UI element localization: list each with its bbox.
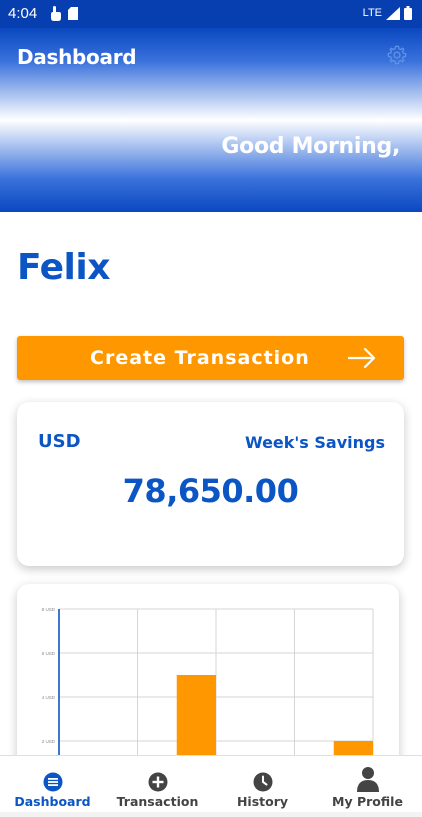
dashboard-header: Dashboard Good Morning, (0, 28, 422, 212)
gear-icon (387, 45, 407, 65)
chart-y-tick-label: 2 USD (42, 739, 56, 744)
currency-label: USD (38, 431, 81, 452)
status-bar: 4:04 LTE (0, 0, 422, 28)
settings-button[interactable] (386, 44, 408, 66)
nav-label-history: History (236, 794, 289, 809)
list-circle-icon (43, 772, 62, 792)
chart-y-tick-label: 6 USD (42, 651, 56, 656)
savings-card: USD Week's Savings 78,650.00 (17, 402, 404, 566)
touch-icon (51, 6, 61, 21)
create-transaction-button[interactable]: Create Transaction (17, 336, 404, 380)
signal-icon (386, 6, 400, 20)
status-time: 4:04 (8, 5, 38, 22)
nav-history[interactable]: History (210, 756, 315, 817)
page-title: Dashboard (17, 45, 137, 69)
chart-y-tick-label: 4 USD (42, 695, 56, 700)
chart-y-tick-label: 8 USD (42, 607, 56, 612)
create-transaction-label: Create Transaction (90, 347, 310, 369)
nav-label-dashboard: Dashboard (14, 794, 91, 809)
clock-icon (253, 772, 272, 792)
person-icon (356, 767, 379, 792)
bottom-nav: Dashboard Transaction History My Profile (0, 755, 422, 817)
savings-amount: 78,650.00 (122, 472, 299, 510)
arrow-right-icon (348, 347, 376, 369)
status-right: LTE (363, 6, 412, 20)
savings-bar-chart: 8 USD 6 USD 4 USD 2 USD (42, 607, 374, 784)
nav-label-my-profile: My Profile (332, 794, 403, 809)
plus-circle-icon (148, 772, 167, 792)
gesture-bar (0, 812, 422, 817)
greeting-text: Good Morning, (221, 134, 400, 159)
savings-chart-card: 8 USD 6 USD 4 USD 2 USD (17, 584, 399, 784)
user-name: Felix (17, 247, 110, 288)
battery-icon (404, 6, 412, 20)
sd-card-icon (68, 7, 78, 20)
nav-label-transaction: Transaction (116, 794, 199, 809)
nav-dashboard[interactable]: Dashboard (0, 756, 105, 817)
nav-my-profile[interactable]: My Profile (315, 756, 420, 817)
nav-transaction[interactable]: Transaction (105, 756, 210, 817)
weeks-savings-label: Week's Savings (244, 433, 385, 452)
notification-icons (50, 6, 78, 21)
network-label: LTE (362, 7, 382, 19)
